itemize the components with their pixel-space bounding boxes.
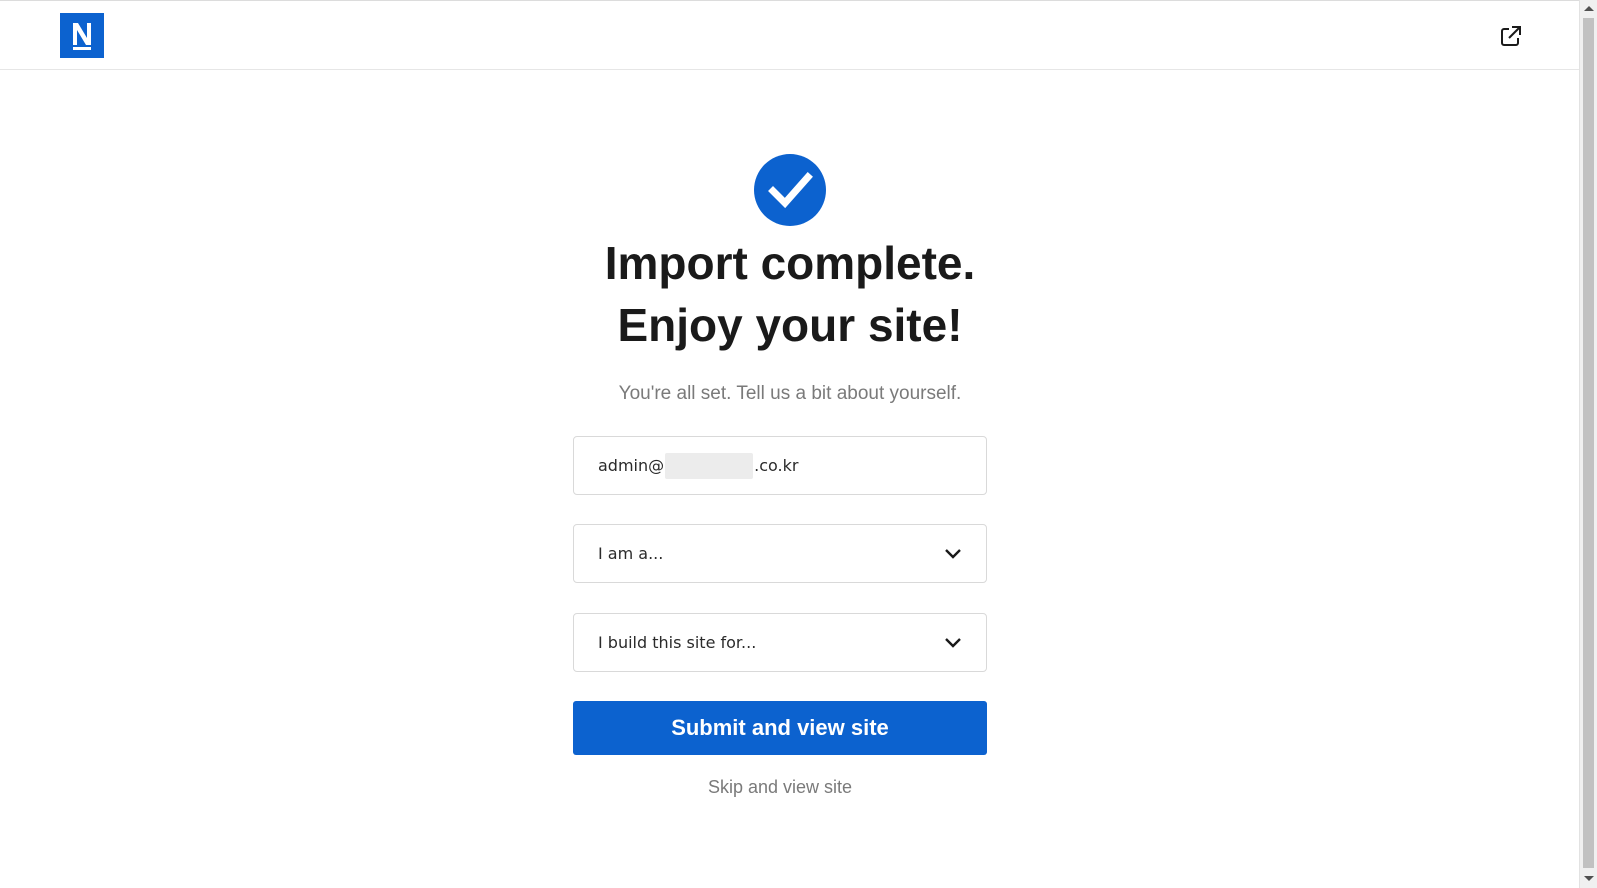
n-logo-icon[interactable]	[60, 13, 104, 58]
page-subtitle: You're all set. Tell us a bit about your…	[618, 383, 962, 404]
scroll-up-arrow-icon[interactable]	[1584, 6, 1594, 11]
browser-viewport: Import complete. Enjoy your site! You're…	[0, 0, 1597, 888]
redacted-email-domain	[665, 452, 754, 479]
email-user: admin@	[598, 456, 665, 475]
check-circle-icon	[753, 153, 827, 227]
email-field[interactable]: admin@ .co.kr	[573, 436, 987, 495]
title-line-1: Import complete.	[604, 237, 976, 289]
role-select-label: I am a...	[598, 544, 664, 563]
top-bar	[0, 0, 1579, 70]
chevron-down-icon	[945, 548, 961, 559]
main-content: Import complete. Enjoy your site! You're…	[0, 70, 1579, 888]
page-title: Import complete. Enjoy your site!	[480, 232, 1100, 356]
purpose-select[interactable]: I build this site for...	[573, 613, 987, 672]
title-line-2: Enjoy your site!	[617, 299, 963, 351]
logo-glyph	[73, 23, 91, 50]
email-domain-suffix: .co.kr	[754, 456, 799, 475]
onboarding-page: Import complete. Enjoy your site! You're…	[0, 0, 1579, 888]
scroll-down-arrow-icon[interactable]	[1584, 876, 1594, 881]
submit-and-view-site-button[interactable]: Submit and view site	[573, 701, 987, 755]
vertical-scrollbar[interactable]	[1579, 0, 1597, 888]
purpose-select-label: I build this site for...	[598, 633, 757, 652]
external-link-icon[interactable]	[1496, 21, 1526, 51]
chevron-down-icon	[945, 637, 961, 648]
skip-and-view-site-link[interactable]: Skip and view site	[573, 776, 987, 798]
scrollbar-thumb[interactable]	[1583, 18, 1594, 868]
role-select[interactable]: I am a...	[573, 524, 987, 583]
